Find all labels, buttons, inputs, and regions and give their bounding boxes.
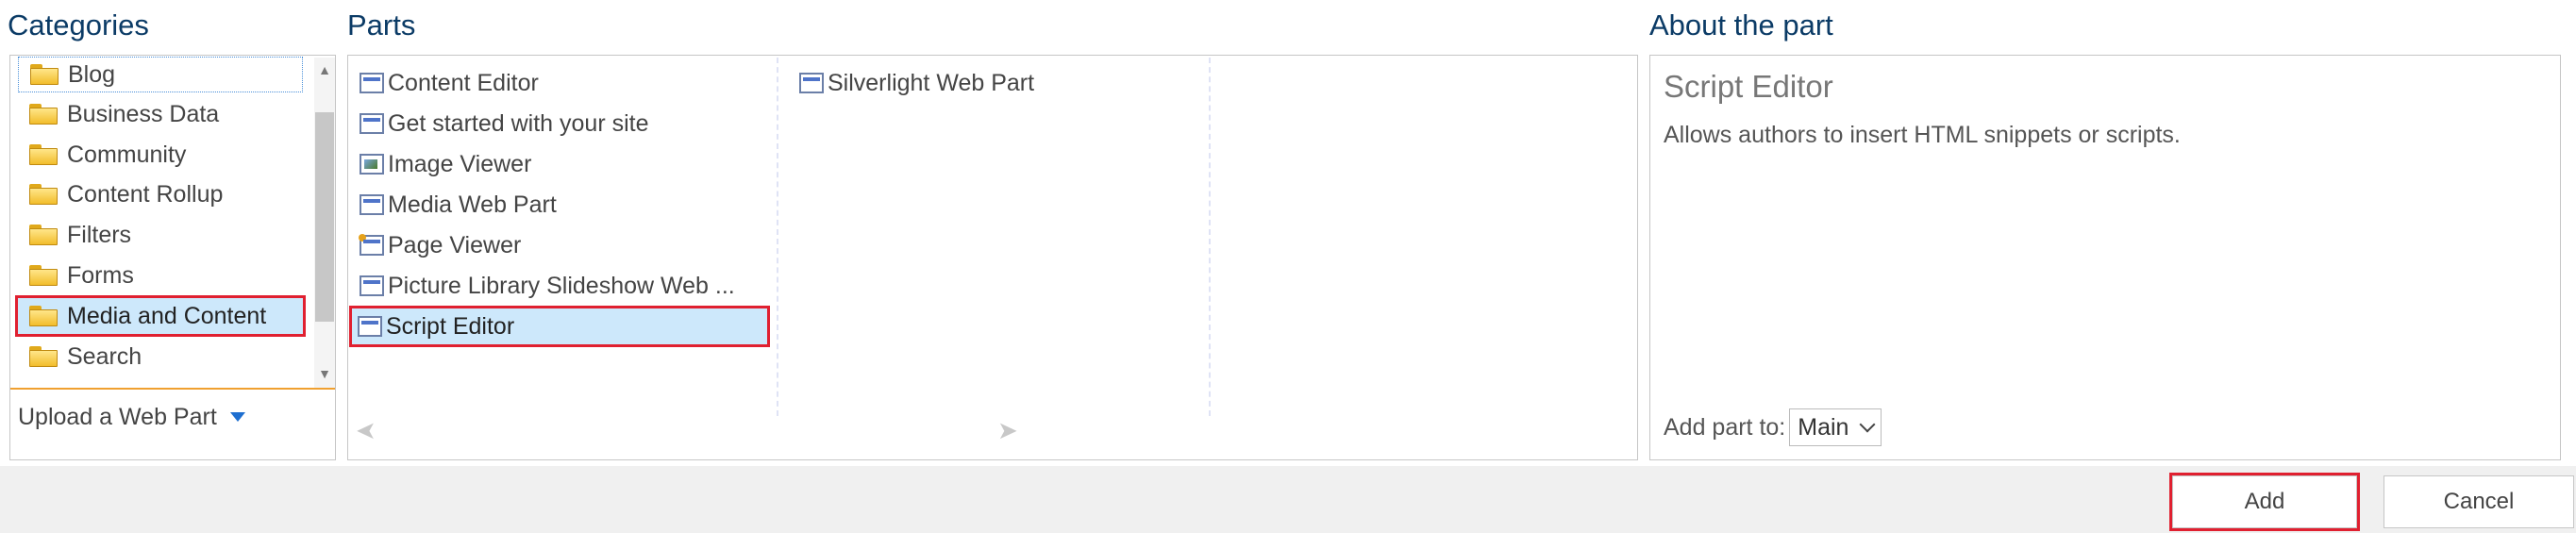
folder-icon [29,104,58,125]
part-item-page-viewer[interactable]: Page Viewer [354,227,777,263]
category-label: Business Data [67,100,220,127]
category-label: Filters [67,221,132,248]
categories-heading: Categories [8,8,149,42]
scroll-down-icon[interactable]: ▼ [314,363,335,384]
part-item-get-started[interactable]: Get started with your site [354,106,777,142]
web-part-icon [360,194,384,215]
part-description: Allows authors to insert HTML snippets o… [1664,122,2181,148]
part-label: Media Web Part [388,191,557,218]
category-label: Blog [68,60,116,88]
category-label: Media and Content [67,302,267,329]
part-item-image-viewer[interactable]: Image Viewer [354,146,777,182]
part-label: Page Viewer [388,231,522,258]
add-part-to-row: Add part to: Main [1664,408,1882,446]
zone-select-value: Main [1798,413,1849,441]
folder-icon [29,346,58,367]
page-viewer-icon [359,234,384,256]
parts-panel: Content Editor Get started with your sit… [347,55,1638,460]
part-label: Image Viewer [388,150,532,177]
content-editor-icon [360,73,384,93]
part-label: Get started with your site [388,109,649,137]
add-button[interactable]: Add [2169,473,2360,531]
parts-heading: Parts [347,8,416,42]
upload-web-part-label: Upload a Web Part [18,403,217,430]
category-label: Search [67,342,142,370]
part-item-picture-library-slideshow[interactable]: Picture Library Slideshow Web ... [354,268,777,304]
folder-icon [29,265,58,286]
add-part-to-label: Add part to: [1664,413,1786,441]
part-label: Content Editor [388,69,539,96]
part-label: Script Editor [386,312,515,340]
category-item-forms[interactable]: Forms [18,258,303,293]
scrollbar-thumb[interactable] [315,112,334,322]
category-item-filters[interactable]: Filters [18,217,303,253]
category-label: Forms [67,261,134,289]
next-page-arrow-icon[interactable]: ➤ [997,416,1018,445]
part-label: Silverlight Web Part [828,69,1035,96]
web-part-icon [358,316,382,337]
folder-icon [29,144,58,165]
web-part-icon [360,113,384,134]
chevron-down-icon [1859,416,1876,433]
categories-scrollbar[interactable]: ▲ ▼ [314,58,335,388]
web-part-icon [360,275,384,296]
category-item-search[interactable]: Search [18,339,303,375]
previous-page-arrow-icon[interactable]: ➤ [356,416,376,445]
category-item-blog[interactable]: Blog [18,57,303,92]
part-title: Script Editor [1664,69,1833,104]
categories-list: Blog Business Data Community Content Rol… [10,56,312,388]
divider [10,388,335,390]
web-part-icon [799,73,824,93]
about-heading: About the part [1649,8,1833,42]
folder-icon [29,184,58,205]
dropdown-arrow-icon [229,412,245,422]
category-item-community[interactable]: Community [18,137,303,173]
part-label: Picture Library Slideshow Web ... [388,272,735,299]
categories-panel: Blog Business Data Community Content Rol… [9,55,336,460]
column-separator [777,58,778,416]
part-item-silverlight-web-part[interactable]: Silverlight Web Part [794,65,1199,101]
zone-select[interactable]: Main [1789,408,1882,446]
image-viewer-icon [360,154,384,175]
category-label: Community [67,141,187,168]
column-separator [1209,58,1211,416]
scroll-up-icon[interactable]: ▲ [314,59,335,80]
folder-icon [30,64,59,85]
folder-icon [29,306,58,326]
upload-web-part-menu[interactable]: Upload a Web Part [18,393,245,441]
part-item-content-editor[interactable]: Content Editor [354,65,777,101]
category-item-content-rollup[interactable]: Content Rollup [18,176,303,212]
part-item-media-web-part[interactable]: Media Web Part [354,187,777,223]
about-panel: Script Editor Allows authors to insert H… [1649,55,2561,460]
cancel-button[interactable]: Cancel [2384,475,2574,528]
part-item-script-editor[interactable]: Script Editor [349,306,770,347]
category-item-media-and-content[interactable]: Media and Content [15,295,306,337]
category-item-business-data[interactable]: Business Data [18,96,303,132]
folder-icon [29,225,58,245]
category-label: Content Rollup [67,180,224,208]
